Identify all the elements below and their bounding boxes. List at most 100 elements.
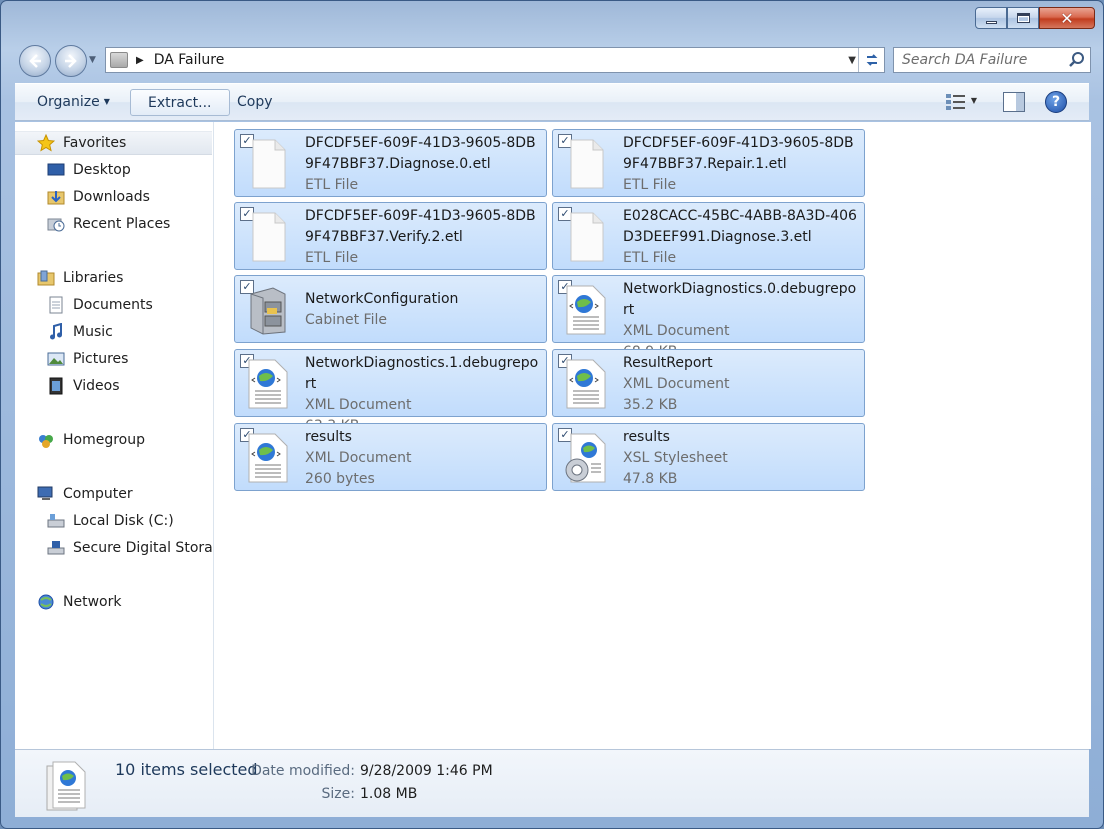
file-name: results	[305, 429, 352, 445]
folder-location-icon	[110, 52, 128, 68]
forward-button[interactable]	[55, 45, 87, 77]
nav-homegroup[interactable]: Homegroup	[37, 428, 145, 452]
refresh-button[interactable]	[858, 48, 884, 72]
nav-recent-places[interactable]: Recent Places	[47, 212, 170, 236]
address-bar[interactable]: ▶ DA Failure ▼	[105, 47, 885, 73]
file-tile[interactable]: ✓ E028CACC-45BC-4ABB-8A3D-406D3DEEF991.D…	[552, 202, 865, 270]
blank-file-icon	[252, 139, 286, 189]
date-modified-label: Date modified:	[251, 763, 355, 779]
nav-music[interactable]: Music	[47, 320, 113, 344]
search-input[interactable]: Search DA Failure	[902, 52, 1068, 68]
file-tile[interactable]: ✓ DFCDF5EF-609F-41D3-9605-8DB9F47BBF37.V…	[234, 202, 547, 270]
address-history-dropdown[interactable]: ▼	[848, 55, 856, 66]
file-type: XSL Stylesheet	[623, 450, 728, 466]
file-name: NetworkConfiguration	[305, 291, 459, 307]
file-name: DFCDF5EF-609F-41D3-9605-8DB9F47BBF37.Dia…	[305, 135, 536, 172]
nav-documents[interactable]: Documents	[47, 293, 153, 317]
search-box[interactable]: Search DA Failure	[893, 47, 1091, 73]
organize-button[interactable]: Organize ▼	[29, 89, 118, 116]
explorer-window: ✕ ▼ ▶ DA Failure ▼ Search DA Failure Org…	[0, 0, 1104, 829]
size-label: Size:	[321, 786, 355, 802]
navigation-bar: ▼ ▶ DA Failure ▼ Search DA Failure	[15, 41, 1091, 79]
xsl-file-icon	[565, 433, 606, 483]
blank-file-icon	[570, 212, 604, 262]
views-dropdown-icon[interactable]: ▼	[971, 96, 977, 105]
file-tile[interactable]: ✓ results XML Document 260 bytes	[234, 423, 547, 491]
chevron-down-icon: ▼	[103, 97, 110, 106]
navigation-pane: Favorites Desktop Downloads Recent Place…	[15, 122, 214, 749]
file-type: XML Document	[305, 397, 412, 413]
help-button[interactable]: ?	[1045, 91, 1067, 113]
minimize-button[interactable]	[975, 7, 1007, 29]
minimize-icon	[985, 20, 997, 24]
extract-button[interactable]: Extract...	[130, 89, 230, 116]
breadcrumb-current[interactable]: DA Failure	[154, 52, 225, 68]
file-tile[interactable]: ✓ DFCDF5EF-609F-41D3-9605-8DB9F47BBF37.D…	[234, 129, 547, 197]
back-button[interactable]	[19, 45, 51, 77]
file-list: ✓ DFCDF5EF-609F-41D3-9605-8DB9F47BBF37.D…	[214, 122, 1091, 749]
file-size: 260 bytes	[305, 471, 375, 487]
file-type: Cabinet File	[305, 312, 387, 328]
file-name: NetworkDiagnostics.0.debugreport	[623, 281, 857, 318]
downloads-folder-icon	[47, 188, 65, 206]
refresh-icon	[866, 54, 877, 66]
multiple-files-icon	[46, 761, 86, 811]
file-type: ETL File	[623, 177, 677, 193]
nav-libraries[interactable]: Libraries	[37, 266, 123, 290]
nav-videos[interactable]: Videos	[47, 374, 120, 398]
recent-pages-dropdown[interactable]: ▼	[89, 55, 99, 65]
file-name: DFCDF5EF-609F-41D3-9605-8DB9F47BBF37.Ver…	[305, 208, 536, 245]
organize-label: Organize	[37, 94, 100, 110]
file-name: DFCDF5EF-609F-41D3-9605-8DB9F47BBF37.Rep…	[623, 135, 854, 172]
file-name: results	[623, 429, 670, 445]
date-modified-value: 9/28/2009 1:46 PM	[360, 763, 493, 779]
file-tile[interactable]: ✓ DFCDF5EF-609F-41D3-9605-8DB9F47BBF37.R…	[552, 129, 865, 197]
file-tile[interactable]: ✓ results XSL Stylesheet 47.8 KB	[552, 423, 865, 491]
views-icon[interactable]	[945, 92, 967, 112]
forward-arrow-icon	[65, 54, 77, 68]
file-size: 35.2 KB	[623, 397, 678, 413]
file-type: XML Document	[623, 323, 730, 339]
file-name: NetworkDiagnostics.1.debugreport	[305, 355, 539, 392]
file-name: ResultReport	[623, 355, 713, 371]
close-button[interactable]: ✕	[1039, 7, 1095, 29]
documents-library-icon	[47, 296, 65, 314]
file-tile[interactable]: ✓ NetworkConfiguration Cabinet File	[234, 275, 547, 343]
nav-local-disk-label: Local Disk (C:)	[73, 513, 174, 529]
file-type: ETL File	[305, 177, 359, 193]
nav-sd-storage[interactable]: Secure Digital Storage Device (E:)	[47, 536, 213, 560]
preview-pane-button[interactable]	[1003, 92, 1025, 112]
music-library-icon	[47, 323, 65, 341]
back-arrow-icon	[29, 54, 41, 68]
close-icon: ✕	[1060, 8, 1074, 28]
recent-places-icon	[47, 215, 65, 233]
command-bar: Organize ▼ Extract... Copy ▼ ?	[15, 83, 1089, 121]
file-type: XML Document	[305, 450, 412, 466]
search-icon[interactable]	[1068, 51, 1086, 69]
libraries-icon	[37, 269, 55, 287]
maximize-button[interactable]	[1007, 7, 1039, 29]
nav-downloads-label: Downloads	[73, 189, 150, 205]
nav-desktop[interactable]: Desktop	[47, 158, 131, 182]
blank-file-icon	[252, 212, 286, 262]
file-tile[interactable]: ✓ ResultReport XML Document 35.2 KB	[552, 349, 865, 417]
file-size: 47.8 KB	[623, 471, 678, 487]
nav-homegroup-label: Homegroup	[63, 432, 146, 448]
cabinet-file-icon	[250, 287, 286, 335]
nav-local-disk[interactable]: Local Disk (C:)	[47, 509, 174, 533]
nav-favorites[interactable]: Favorites	[15, 131, 212, 155]
nav-music-label: Music	[73, 324, 113, 340]
desktop-icon	[47, 161, 65, 179]
file-tile[interactable]: ✓ NetworkDiagnostics.1.debugreport XML Do…	[234, 349, 547, 434]
nav-computer[interactable]: Computer	[37, 482, 133, 506]
nav-pictures[interactable]: Pictures	[47, 347, 128, 371]
nav-documents-label: Documents	[73, 297, 153, 313]
nav-sd-storage-label: Secure Digital Storage Device (E:)	[73, 540, 213, 556]
star-icon	[37, 134, 55, 152]
file-type: XML Document	[623, 376, 730, 392]
file-tile[interactable]: ✓ NetworkDiagnostics.0.debugreport XML Do…	[552, 275, 865, 360]
nav-downloads[interactable]: Downloads	[47, 185, 150, 209]
breadcrumb-separator[interactable]: ▶	[136, 55, 144, 66]
copy-button[interactable]: Copy	[229, 89, 281, 116]
nav-network[interactable]: Network	[37, 590, 121, 614]
